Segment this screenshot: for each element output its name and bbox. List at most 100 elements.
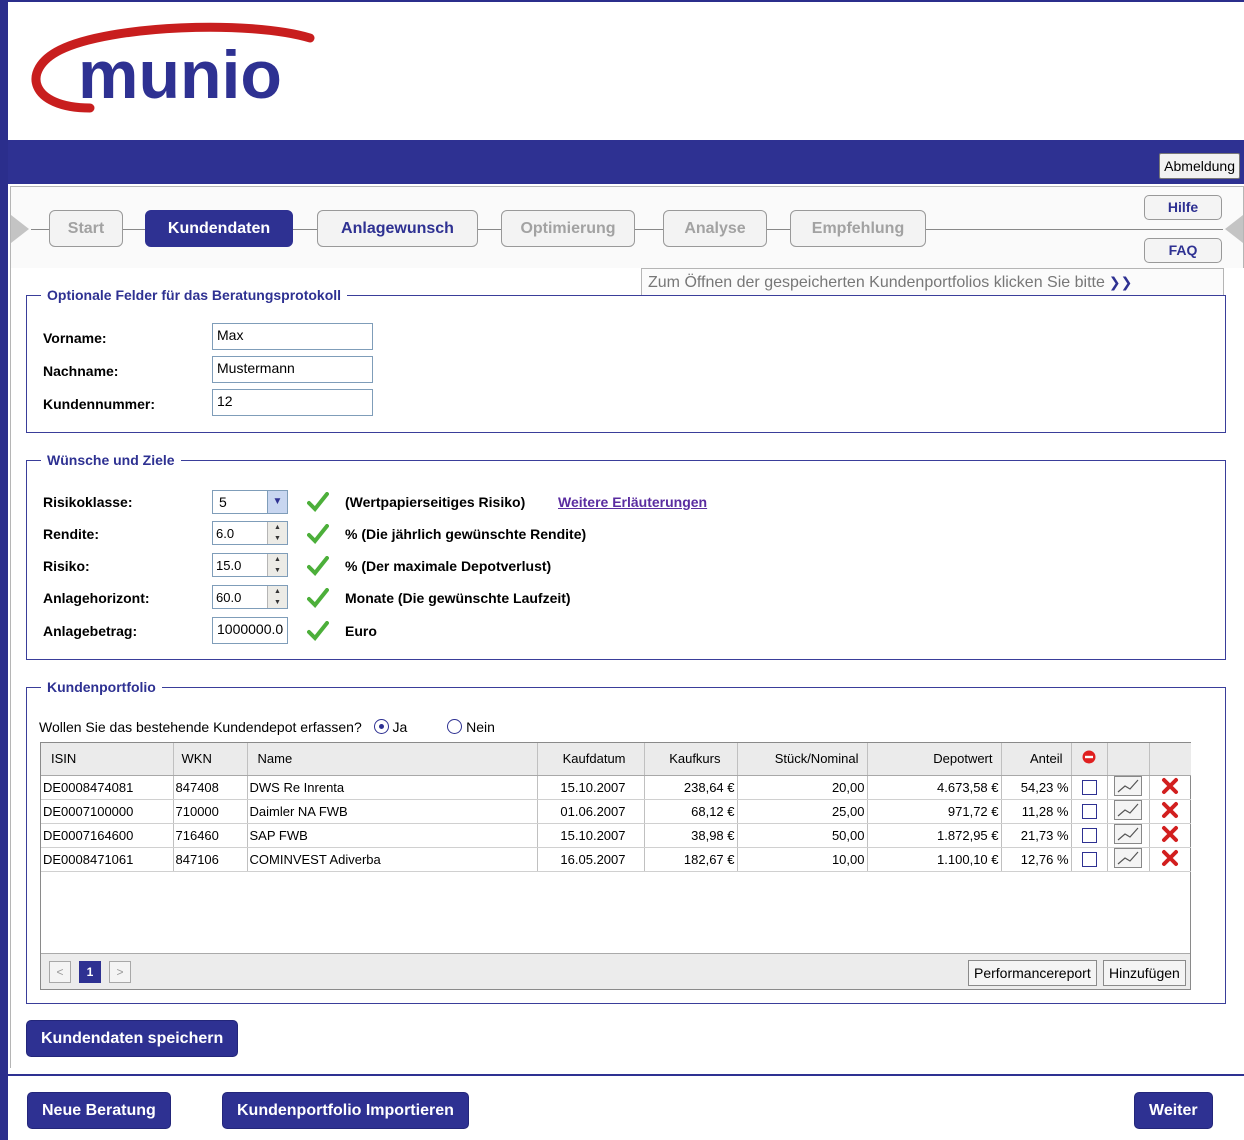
protocol-legend: Optionale Felder für das Beratungsprotok… [41, 286, 348, 304]
cell-isin: DE0007100000 [41, 799, 174, 824]
col-name[interactable]: Name [247, 743, 538, 776]
add-position-button[interactable]: Hinzufügen [1103, 960, 1186, 986]
customer-number-label: Kundennummer: [43, 396, 155, 412]
help-button[interactable]: Hilfe [1144, 195, 1222, 220]
goals-legend: Wünsche und Ziele [41, 451, 181, 469]
risiko-label: Risiko: [43, 558, 90, 574]
save-customer-button[interactable]: Kundendaten speichern [26, 1020, 239, 1057]
cell-name: DWS Re Inrenta [247, 775, 538, 800]
cell-stueck: 25,00 [737, 799, 868, 824]
step-anlagewunsch[interactable]: Anlagewunsch [317, 210, 478, 247]
cell-anteil: 54,23 % [1001, 775, 1072, 800]
col-isin[interactable]: ISIN [41, 743, 174, 776]
delete-icon[interactable] [1161, 777, 1179, 795]
cell-depotwert: 4.673,58 € [867, 775, 1002, 800]
cell-delete [1149, 775, 1191, 800]
col-kaufdatum[interactable]: Kaufdatum [537, 743, 645, 776]
logout-button[interactable]: Abmeldung [1159, 153, 1240, 179]
cell-wkn: 710000 [173, 799, 248, 824]
page-number[interactable]: 1 [79, 961, 101, 983]
table-body: DE0008474081 847408 DWS Re Inrenta 15.10… [41, 775, 1191, 872]
cell-stueck: 10,00 [737, 847, 868, 872]
chart-icon[interactable] [1114, 775, 1142, 796]
rendite-label: Rendite: [43, 526, 99, 542]
risk-class-label: Risikoklasse: [43, 494, 133, 510]
wizard-nav: Start Kundendaten Anlagewunsch Optimieru… [10, 186, 1244, 268]
exclude-checkbox[interactable] [1081, 852, 1097, 868]
faq-button[interactable]: FAQ [1144, 238, 1222, 263]
double-chevron-down-icon[interactable]: ❯❯ [1109, 274, 1132, 290]
radio-no-label: Nein [466, 719, 495, 735]
depot-question: Wollen Sie das bestehende Kundendepot er… [39, 719, 362, 735]
nav-right-arrow-icon [1225, 215, 1243, 243]
logo-text: munio [78, 37, 282, 113]
col-chart [1107, 743, 1150, 776]
table-row[interactable]: DE0008471061 847106 COMINVEST Adiverba 1… [41, 847, 1191, 872]
col-wkn[interactable]: WKN [173, 743, 248, 776]
header-bar [8, 140, 1244, 184]
more-info-link[interactable]: Weitere Erläuterungen [558, 494, 707, 510]
table-row[interactable]: DE0007100000 710000 Daimler NA FWB 01.06… [41, 799, 1191, 824]
cell-stueck: 20,00 [737, 775, 868, 800]
betrag-label: Anlagebetrag: [43, 623, 138, 639]
no-entry-icon [1082, 750, 1096, 764]
firstname-input[interactable]: Max [212, 323, 373, 350]
col-anteil[interactable]: Anteil [1001, 743, 1072, 776]
table-row[interactable]: DE0007164600 716460 SAP FWB 15.10.2007 3… [41, 823, 1191, 848]
cell-isin: DE0008474081 [41, 775, 174, 800]
col-stueck[interactable]: Stück/Nominal [737, 743, 868, 776]
cell-kaufdatum: 16.05.2007 [537, 847, 645, 872]
next-page-button[interactable]: > [109, 961, 131, 983]
col-kaufkurs[interactable]: Kaufkurs [644, 743, 738, 776]
col-depotwert[interactable]: Depotwert [867, 743, 1002, 776]
risk-class-select[interactable]: 5 ▼ [212, 490, 288, 514]
cell-chart [1107, 775, 1150, 800]
horizont-spinner[interactable]: 60.0 ▲ ▼ [212, 585, 288, 609]
goals-fieldset: Wünsche und Ziele Risikoklasse: 5 ▼ (Wer… [26, 451, 1226, 660]
cell-anteil: 12,76 % [1001, 847, 1072, 872]
radio-yes[interactable] [373, 719, 389, 734]
step-optimierung[interactable]: Optimierung [501, 210, 635, 247]
delete-icon[interactable] [1161, 849, 1179, 867]
cell-kaufkurs: 38,98 € [644, 823, 738, 848]
import-portfolio-button[interactable]: Kundenportfolio Importieren [222, 1092, 469, 1129]
risiko-spinner[interactable]: 15.0 ▲ ▼ [212, 553, 288, 577]
spinner-arrows-icon[interactable]: ▲ ▼ [267, 554, 287, 576]
step-analyse[interactable]: Analyse [663, 210, 767, 247]
performance-report-button[interactable]: Performancereport [968, 960, 1097, 986]
customer-number-input[interactable]: 12 [212, 389, 373, 416]
next-button[interactable]: Weiter [1134, 1092, 1213, 1129]
exclude-checkbox[interactable] [1081, 828, 1097, 844]
step-kundendaten[interactable]: Kundendaten [145, 210, 293, 247]
lastname-input[interactable]: Mustermann [212, 356, 373, 383]
cell-stueck: 50,00 [737, 823, 868, 848]
delete-icon[interactable] [1161, 801, 1179, 819]
new-consultation-button[interactable]: Neue Beratung [27, 1092, 171, 1129]
table-row[interactable]: DE0008474081 847408 DWS Re Inrenta 15.10… [41, 775, 1191, 800]
cell-delete [1149, 847, 1191, 872]
chevron-down-icon[interactable]: ▼ [267, 491, 287, 513]
step-empfehlung[interactable]: Empfehlung [790, 210, 926, 247]
radio-yes-label: Ja [392, 719, 408, 735]
spinner-arrows-icon[interactable]: ▲ ▼ [267, 522, 287, 544]
rendite-spinner[interactable]: 6.0 ▲ ▼ [212, 521, 288, 545]
chart-icon[interactable] [1114, 823, 1142, 844]
cell-wkn: 716460 [173, 823, 248, 848]
step-start[interactable]: Start [49, 210, 123, 247]
radio-no[interactable] [447, 719, 463, 734]
exclude-checkbox[interactable] [1081, 780, 1097, 796]
cell-kaufdatum: 01.06.2007 [537, 799, 645, 824]
betrag-input[interactable]: 1000000.0 [212, 617, 288, 644]
col-delete [1149, 743, 1191, 776]
betrag-desc: Euro [345, 623, 377, 639]
prev-page-button[interactable]: < [49, 961, 71, 983]
portfolio-legend: Kundenportfolio [41, 678, 162, 696]
cell-kaufkurs: 68,12 € [644, 799, 738, 824]
cell-kaufkurs: 182,67 € [644, 847, 738, 872]
chart-icon[interactable] [1114, 799, 1142, 820]
delete-icon[interactable] [1161, 825, 1179, 843]
spinner-arrows-icon[interactable]: ▲ ▼ [267, 586, 287, 608]
exclude-checkbox[interactable] [1081, 804, 1097, 820]
chart-icon[interactable] [1114, 847, 1142, 868]
open-saved-portfolios[interactable]: Zum Öffnen der gespeicherten Kundenportf… [641, 268, 1224, 296]
